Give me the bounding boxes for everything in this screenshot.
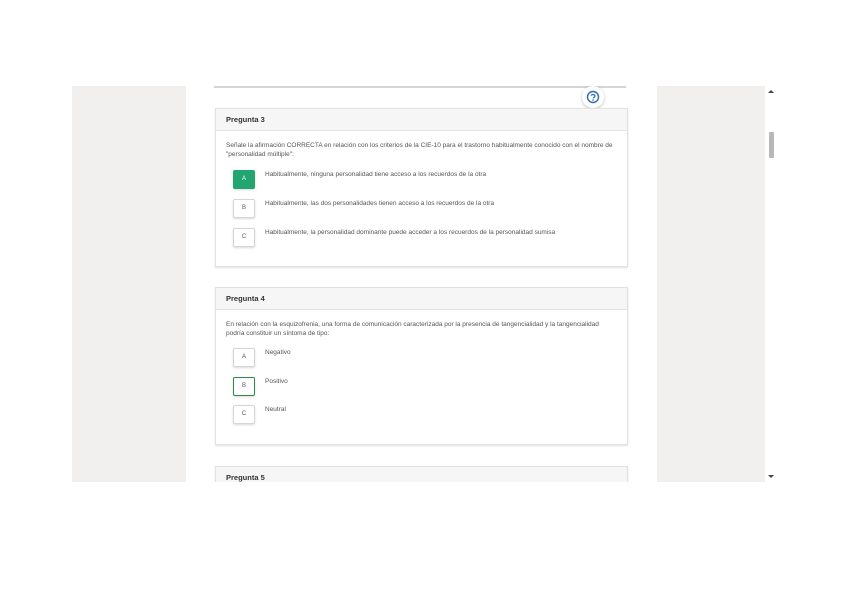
option-text[interactable]: Habitualmente, ninguna personalidad tien…	[265, 171, 486, 178]
question-card-5: Pregunta 5	[215, 466, 628, 482]
option-text[interactable]: Negativo	[265, 349, 291, 356]
option-letter[interactable]: B	[233, 199, 255, 218]
option-letter[interactable]: C	[233, 228, 255, 247]
option-letter[interactable]: A	[233, 170, 255, 189]
question-text: En relación con la esquizofrenia, una fo…	[226, 321, 599, 337]
option-letter[interactable]: A	[233, 348, 255, 367]
question-title: Pregunta 4	[216, 288, 627, 310]
option-letter[interactable]: B	[233, 377, 255, 396]
question-text: Señale la afirmación CORRECTA en relació…	[226, 142, 613, 158]
option-text[interactable]: Habitualmente, las dos personalidades ti…	[265, 200, 494, 207]
chat-help-icon	[586, 90, 600, 104]
vertical-scrollbar[interactable]	[765, 86, 778, 482]
question-title: Pregunta 5	[216, 467, 627, 482]
question-card-3: Pregunta 3 Señale la afirmación CORRECTA…	[215, 108, 628, 267]
option-text[interactable]: Neutral	[265, 406, 286, 413]
scroll-up-icon[interactable]	[768, 90, 774, 93]
option-text[interactable]: Habitualmente, la personalidad dominante…	[265, 229, 555, 236]
divider	[214, 86, 626, 88]
chat-help-button[interactable]	[582, 86, 604, 108]
quiz-content: Pregunta 3 Señale la afirmación CORRECTA…	[186, 86, 657, 482]
question-card-4: Pregunta 4 En relación con la esquizofre…	[215, 287, 628, 445]
scroll-thumb[interactable]	[769, 132, 774, 158]
option-text[interactable]: Positivo	[265, 378, 288, 385]
option-letter[interactable]: C	[233, 405, 255, 424]
scroll-down-icon[interactable]	[768, 475, 774, 478]
question-title: Pregunta 3	[216, 109, 627, 131]
